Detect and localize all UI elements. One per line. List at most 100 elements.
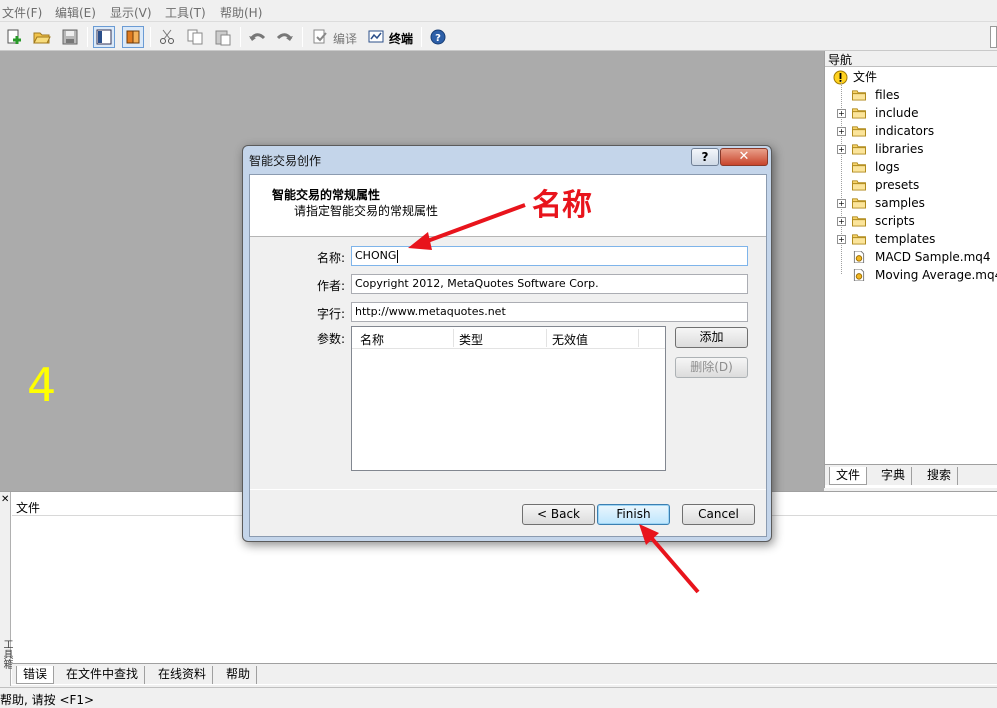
- navigator-root-label: 文件: [853, 70, 878, 84]
- navigator-item[interactable]: + indicators: [825, 122, 997, 140]
- terminal-label[interactable]: 终端: [389, 30, 413, 47]
- folder-icon: [852, 108, 866, 119]
- dialog-help-button[interactable]: ?: [691, 148, 719, 166]
- tab-dictionary[interactable]: 字典: [875, 467, 913, 485]
- folder-icon: [852, 162, 866, 173]
- tab-help[interactable]: 帮助: [220, 666, 258, 684]
- navigator-item[interactable]: Moving Average.mq4: [825, 266, 997, 284]
- navigator-root[interactable]: 文件: [825, 68, 997, 86]
- status-bar: 帮助, 请按 <F1>: [0, 687, 997, 707]
- add-button[interactable]: 添加: [675, 327, 748, 348]
- navigator-item-label: indicators: [875, 124, 935, 138]
- toolbar: 编译 终端 ?: [0, 23, 997, 51]
- navigator-item-label: libraries: [875, 142, 924, 156]
- text-caret: [397, 249, 399, 263]
- navigator-item[interactable]: logs: [825, 158, 997, 176]
- copy-icon[interactable]: [184, 26, 206, 48]
- toolbar-overflow[interactable]: [990, 26, 997, 48]
- link-label: 字行:: [316, 307, 345, 321]
- navigator-item-label: logs: [875, 160, 900, 174]
- link-field[interactable]: http://www.metaquotes.net: [351, 302, 748, 322]
- dialog-close-button[interactable]: ✕: [720, 148, 768, 166]
- navigator-item-label: samples: [875, 196, 925, 210]
- paste-icon[interactable]: [212, 26, 234, 48]
- expand-icon[interactable]: +: [837, 235, 846, 244]
- navigator-title: 导航: [825, 51, 997, 67]
- step-number: 4: [27, 358, 57, 412]
- name-field[interactable]: CHONG: [351, 246, 748, 266]
- navigator-item[interactable]: MACD Sample.mq4: [825, 248, 997, 266]
- column-invalid-value[interactable]: 无效值: [552, 331, 588, 348]
- terminal-icon[interactable]: [365, 26, 387, 48]
- open-folder-icon[interactable]: [31, 26, 53, 48]
- tab-search[interactable]: 搜索: [921, 467, 959, 485]
- menu-help[interactable]: 帮助(H): [220, 4, 262, 21]
- tab-files[interactable]: 文件: [829, 467, 868, 485]
- dialog-header: 智能交易的常规属性 请指定智能交易的常规属性: [250, 175, 766, 237]
- cancel-button[interactable]: Cancel: [682, 504, 755, 525]
- navigator-item[interactable]: + templates: [825, 230, 997, 248]
- expand-icon[interactable]: +: [837, 109, 846, 118]
- dialog-body: 智能交易的常规属性 请指定智能交易的常规属性 名称: CHONG 作者: Cop…: [249, 174, 767, 537]
- column-name[interactable]: 名称: [360, 331, 384, 348]
- new-file-icon[interactable]: [3, 26, 25, 48]
- redo-icon[interactable]: [274, 26, 296, 48]
- undo-icon[interactable]: [246, 26, 268, 48]
- mq4-file-icon: [853, 251, 865, 263]
- back-button[interactable]: < Back: [522, 504, 595, 525]
- navigator-tabs: 文件 字典 搜索: [825, 464, 997, 485]
- expand-icon[interactable]: +: [837, 199, 846, 208]
- tab-online-library[interactable]: 在线资料: [152, 666, 214, 684]
- navigator-item[interactable]: presets: [825, 176, 997, 194]
- toolbox-column-file: 文件: [16, 501, 41, 515]
- author-label: 作者:: [316, 279, 345, 293]
- menu-tools[interactable]: 工具(T): [165, 4, 206, 21]
- status-text: 帮助, 请按 <F1>: [0, 693, 95, 707]
- navigator-item-label: MACD Sample.mq4: [875, 250, 991, 264]
- tab-find-in-files[interactable]: 在文件中查找: [60, 666, 146, 684]
- compile-icon[interactable]: [309, 26, 331, 48]
- name-label: 名称:: [316, 251, 345, 265]
- compile-label[interactable]: 编译: [333, 30, 357, 47]
- tab-errors[interactable]: 错误: [16, 666, 55, 684]
- help-icon[interactable]: ?: [427, 26, 449, 48]
- finish-button[interactable]: Finish: [597, 504, 670, 525]
- navigator-item[interactable]: + include: [825, 104, 997, 122]
- dialog-subheading: 请指定智能交易的常规属性: [294, 204, 439, 218]
- annotation-label: 名称: [532, 188, 592, 223]
- save-icon[interactable]: [59, 26, 81, 48]
- author-field[interactable]: Copyright 2012, MetaQuotes Software Corp…: [351, 274, 748, 294]
- expand-icon[interactable]: +: [837, 127, 846, 136]
- navigator-item-label: templates: [875, 232, 936, 246]
- delete-button[interactable]: 删除(D): [675, 357, 748, 378]
- svg-text:?: ?: [435, 33, 441, 44]
- menu-bar: 文件(F) 编辑(E) 显示(V) 工具(T) 帮助(H): [0, 0, 997, 22]
- book-icon[interactable]: [122, 26, 144, 48]
- navigator-item-label: scripts: [875, 214, 915, 228]
- navigator-item[interactable]: + libraries: [825, 140, 997, 158]
- navigator-item[interactable]: + samples: [825, 194, 997, 212]
- close-icon[interactable]: ✕: [1, 494, 9, 505]
- menu-edit[interactable]: 编辑(E): [55, 4, 96, 21]
- folder-icon: [852, 216, 866, 227]
- expand-icon[interactable]: +: [837, 145, 846, 154]
- dialog-heading: 智能交易的常规属性: [272, 188, 381, 202]
- dialog-title: 智能交易创作: [249, 154, 322, 168]
- menu-file[interactable]: 文件(F): [2, 4, 42, 21]
- mq4-file-icon: [853, 269, 865, 281]
- navigator-item[interactable]: files: [825, 86, 997, 104]
- navigator-item-label: presets: [875, 178, 920, 192]
- folder-icon: [852, 90, 866, 101]
- folder-icon: [852, 234, 866, 245]
- expert-advisor-wizard-dialog: 智能交易创作 ? ✕ 智能交易的常规属性 请指定智能交易的常规属性 名称: CH…: [242, 145, 772, 542]
- parameters-table[interactable]: 名称 类型 无效值: [351, 326, 666, 471]
- navigator-toggle-icon[interactable]: [93, 26, 115, 48]
- navigator-item[interactable]: + scripts: [825, 212, 997, 230]
- cut-icon[interactable]: [156, 26, 178, 48]
- navigator-item-label: Moving Average.mq4: [875, 268, 997, 282]
- column-type[interactable]: 类型: [459, 331, 483, 348]
- parameters-table-header: 名称 类型 无效值: [352, 327, 665, 349]
- expand-icon[interactable]: +: [837, 217, 846, 226]
- menu-view[interactable]: 显示(V): [110, 4, 152, 21]
- folder-icon: [852, 198, 866, 209]
